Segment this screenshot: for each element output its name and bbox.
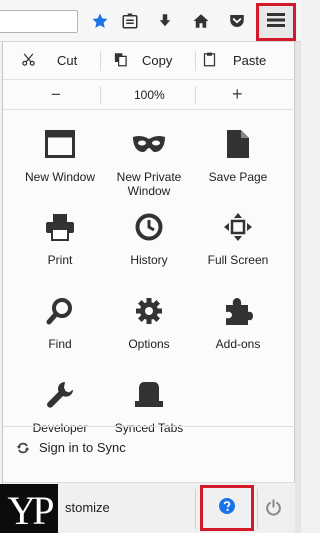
gear-icon <box>129 291 169 331</box>
copy-icon <box>113 52 128 70</box>
tile-label: Options <box>128 337 170 351</box>
divider <box>257 489 258 529</box>
divider <box>100 86 101 104</box>
divider <box>195 489 196 529</box>
download-icon[interactable] <box>153 9 177 33</box>
sign-in-label: Sign in to Sync <box>39 440 126 455</box>
divider <box>195 51 196 71</box>
quit-button[interactable] <box>265 499 282 521</box>
paste-button[interactable]: Paste <box>203 42 266 79</box>
zoom-level-button[interactable]: 100% <box>134 80 165 109</box>
edit-controls-row: Cut Copy Paste <box>3 42 296 80</box>
fullscreen-icon <box>218 207 258 247</box>
tile-label: New Window <box>24 170 96 184</box>
new-window-button[interactable]: New Window <box>12 122 108 202</box>
tile-label: Add-ons <box>215 337 261 351</box>
main-menu-panel: Cut Copy Paste − 100% + New Window New P… <box>2 42 296 533</box>
paste-label: Paste <box>233 53 267 68</box>
cut-button[interactable]: Cut <box>21 42 77 79</box>
sign-in-to-sync-button[interactable]: Sign in to Sync <box>3 426 296 468</box>
scissors-icon <box>21 52 36 70</box>
pocket-icon[interactable] <box>225 9 249 33</box>
printer-icon <box>40 207 80 247</box>
customize-button[interactable]: stomize <box>65 500 110 515</box>
puzzle-icon <box>218 291 258 331</box>
print-button[interactable]: Print <box>12 205 108 285</box>
tile-label: History <box>130 253 168 267</box>
history-button[interactable]: History <box>101 205 197 285</box>
hamburger-menu-icon <box>266 11 286 34</box>
new-private-window-button[interactable]: New Private Window <box>101 122 197 202</box>
wrench-icon <box>40 375 80 415</box>
tile-label: Print <box>47 253 73 267</box>
browser-toolbar <box>0 0 301 42</box>
logo-text: YP <box>7 488 54 533</box>
clipboard-icon <box>203 52 216 70</box>
hamburger-menu-button[interactable] <box>256 3 296 41</box>
divider <box>100 51 101 71</box>
tile-label: Save Page <box>208 170 268 184</box>
copy-label: Copy <box>142 53 173 68</box>
mask-icon <box>129 124 169 164</box>
save-page-button[interactable]: Save Page <box>190 122 286 202</box>
zoom-controls-row: − 100% + <box>3 80 296 110</box>
star-icon[interactable] <box>88 9 112 33</box>
full-screen-button[interactable]: Full Screen <box>190 205 286 285</box>
tile-label: New Private Window <box>116 170 182 198</box>
tile-label: Find <box>48 337 72 351</box>
add-ons-button[interactable]: Add-ons <box>190 289 286 369</box>
options-button[interactable]: Options <box>101 289 197 369</box>
zoom-out-button[interactable]: − <box>51 80 61 109</box>
sync-icon <box>16 441 30 455</box>
divider <box>195 86 196 104</box>
synced-tabs-icon <box>129 375 169 415</box>
window-icon <box>40 124 80 164</box>
cut-label: Cut <box>57 53 78 68</box>
scrollbar-edge <box>295 42 301 533</box>
yp-logo: YP <box>0 484 58 533</box>
home-icon[interactable] <box>189 9 213 33</box>
copy-button[interactable]: Copy <box>113 42 172 79</box>
find-button[interactable]: Find <box>12 289 108 369</box>
power-icon <box>265 499 282 520</box>
tile-label: Full Screen <box>207 253 269 267</box>
clock-icon <box>129 207 169 247</box>
magnifier-icon <box>40 291 80 331</box>
zoom-in-button[interactable]: + <box>232 80 243 109</box>
help-button[interactable] <box>200 485 254 531</box>
page-icon <box>218 124 258 164</box>
url-bar[interactable] <box>0 10 78 33</box>
reading-list-icon[interactable] <box>118 9 142 33</box>
help-icon <box>219 497 235 519</box>
